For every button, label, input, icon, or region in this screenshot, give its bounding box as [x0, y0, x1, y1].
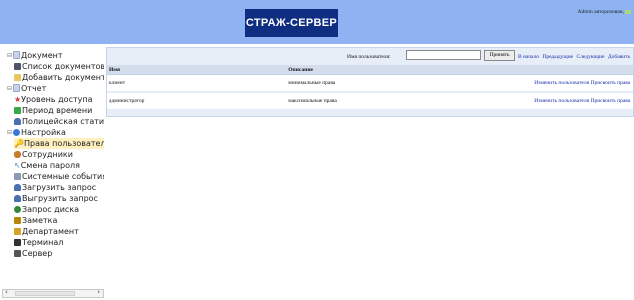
column-header-name: Имя [107, 65, 287, 75]
note-icon [14, 217, 21, 224]
department-icon [14, 228, 21, 235]
user-rights-table: Имя Описание клиент минимальные права Из… [107, 65, 633, 111]
username-search-input[interactable] [406, 50, 481, 60]
sidebar-item-time-period[interactable]: Период времени [14, 105, 92, 116]
tree-node-report[interactable]: ⊟ Отчет [7, 83, 46, 94]
server-icon [14, 250, 21, 257]
scroll-right-icon[interactable]: › [97, 288, 100, 296]
terminal-icon [14, 239, 21, 246]
pagination-links: В начало Предыдущие Следующие Добавить [518, 54, 632, 60]
search-label: Имя пользователя: [347, 54, 391, 60]
previous-page-link[interactable]: Предыдущие [542, 54, 573, 60]
cell-name: администратор [107, 92, 287, 111]
search-toolbar: Имя пользователя: Принять В начало Преды… [107, 50, 634, 64]
cell-description: максимальные права [286, 92, 533, 111]
settings-icon [13, 129, 20, 136]
upload-icon [14, 184, 21, 191]
top-header: СТРАЖ-СЕРВЕР Admin авторизован, [0, 0, 634, 44]
column-header-actions [532, 65, 633, 75]
sidebar-item-user-rights[interactable]: 🔑Права пользователя [14, 138, 104, 149]
user-rights-panel: Имя пользователя: Принять В начало Преды… [106, 47, 634, 117]
sidebar-item-terminal[interactable]: Терминал [14, 237, 63, 248]
sidebar-item-document-list[interactable]: Список документов [14, 61, 104, 72]
user-info-text: Admin авторизован, [577, 9, 624, 15]
scrollbar-thumb[interactable] [15, 291, 75, 296]
logout-link[interactable] [625, 9, 631, 14]
accept-button[interactable]: Принять [484, 50, 515, 61]
add-link[interactable]: Добавить [608, 54, 630, 60]
sidebar-horizontal-scrollbar[interactable]: ‹ › [2, 288, 104, 298]
app-logo: СТРАЖ-СЕРВЕР [245, 9, 338, 37]
scroll-left-icon[interactable]: ‹ [5, 288, 8, 296]
next-page-link[interactable]: Следующие [576, 54, 604, 60]
sidebar-item-change-password[interactable]: ↖Смена пароля [14, 160, 80, 171]
first-page-link[interactable]: В начало [518, 54, 539, 60]
sidebar-item-department[interactable]: Департамент [14, 226, 79, 237]
table-row: администратор максимальные права Изменит… [107, 92, 633, 111]
system-events-icon [14, 173, 21, 180]
table-row: клиент минимальные права Изменить пользо… [107, 74, 633, 93]
employees-icon [14, 151, 21, 158]
sidebar-item-disk-request[interactable]: Запрос диска [14, 204, 79, 215]
calendar-icon [14, 107, 21, 114]
download-icon [14, 195, 21, 202]
sidebar-item-add-document[interactable]: Добавить документ [14, 72, 104, 83]
add-document-icon [14, 74, 21, 81]
sidebar-item-download-request[interactable]: Выгрузить запрос [14, 193, 98, 204]
sidebar-item-note[interactable]: Заметка [14, 215, 57, 226]
sidebar-item-upload-request[interactable]: Загрузить запрос [14, 182, 96, 193]
user-icon [14, 118, 21, 125]
document-list-icon [14, 63, 21, 70]
sidebar-item-employees[interactable]: Сотрудники [14, 149, 73, 160]
cell-description: минимальные права [286, 74, 533, 93]
tree-node-document[interactable]: ⊟ Документ [7, 50, 63, 61]
sidebar-item-server[interactable]: Сервер [14, 248, 52, 259]
cell-name: клиент [107, 74, 287, 93]
disk-icon [14, 206, 21, 213]
tree-node-settings[interactable]: ⊟ Настройка [7, 127, 66, 138]
report-icon [13, 84, 20, 92]
row-actions-link[interactable]: Изменить пользователя Присвоить права [532, 92, 633, 111]
table-header-row: Имя Описание [107, 65, 633, 75]
column-header-description: Описание [286, 65, 533, 75]
sidebar-item-access-level[interactable]: ★Уровень доступа [14, 94, 93, 105]
sidebar-item-police-statistics[interactable]: Полицейская статистика [14, 116, 104, 127]
user-info: Admin авторизован, [577, 9, 631, 15]
sidebar-item-system-events[interactable]: Системные события [14, 171, 104, 182]
document-icon [13, 51, 20, 59]
row-actions-link[interactable]: Изменить пользователя Присвоить права [532, 74, 633, 93]
password-icon: ↖ [14, 161, 21, 170]
sidebar-tree: ⊟ Документ Список документов Добавить док… [0, 47, 104, 300]
key-icon: 🔑 [14, 139, 24, 148]
